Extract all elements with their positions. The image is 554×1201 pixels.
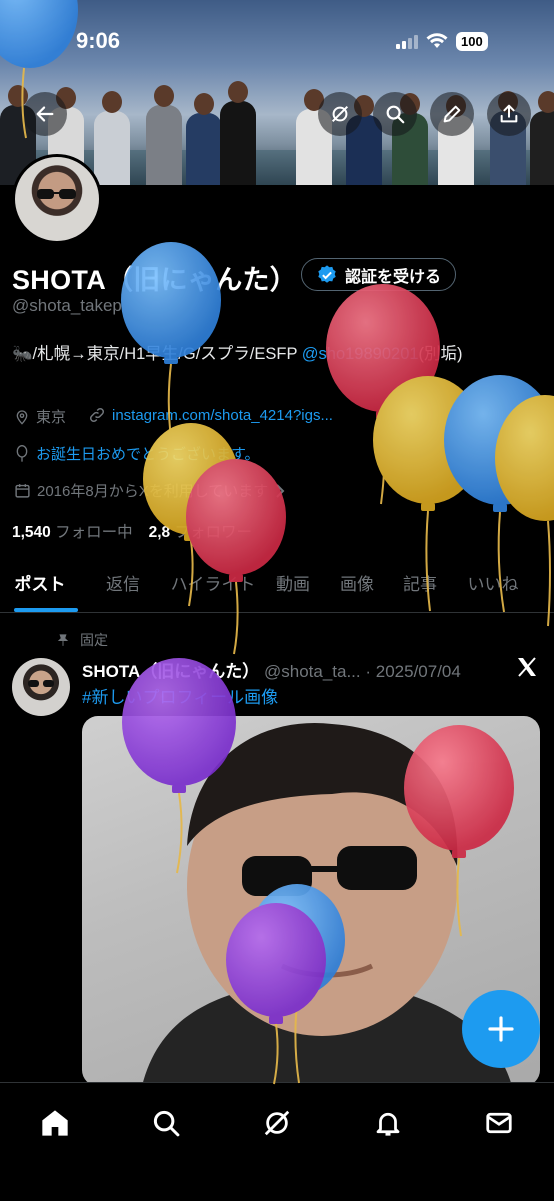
get-verified-label: 認証を受ける — [345, 268, 442, 286]
nav-messages[interactable] — [479, 1103, 519, 1143]
profile-birthday: お誕生日おめでとうございます。 — [36, 446, 260, 463]
tab-posts[interactable]: ポスト — [0, 560, 80, 612]
tab-likes-label: いいね — [467, 575, 519, 594]
nav-home[interactable] — [35, 1103, 75, 1143]
profile-joined: 2016年8月からXを利用しています — [37, 483, 269, 500]
pencil-icon — [443, 105, 461, 123]
verified-badge-icon — [318, 264, 336, 283]
back-arrow-icon — [36, 106, 54, 122]
pinned-indicator: 固定 — [56, 630, 108, 650]
x-logo-icon — [515, 655, 539, 684]
post-date: · 2025/07/04 — [365, 662, 461, 681]
tab-replies[interactable]: 返信 — [80, 560, 166, 612]
bell-icon — [376, 1112, 400, 1136]
tab-posts-label: ポスト — [14, 575, 66, 594]
profile-location: 東京 — [36, 409, 67, 426]
share-button[interactable] — [487, 92, 531, 136]
search-icon — [153, 1110, 180, 1137]
post-avatar-glasses — [28, 680, 54, 687]
profile-avatar[interactable] — [12, 154, 102, 244]
profile-link-row: instagram.com/shota_4214?igs... — [88, 406, 333, 424]
bio-mention-link[interactable]: @sho19890201 — [302, 345, 419, 363]
followers-count: 2,8 — [148, 524, 171, 541]
following-label: フォロー中 — [55, 524, 133, 541]
tab-articles-label: 記事 — [403, 575, 437, 594]
plus-icon — [488, 1016, 514, 1042]
mail-icon — [486, 1112, 512, 1134]
profile-link[interactable]: instagram.com/shota_4214?igs... — [112, 407, 333, 424]
back-button[interactable] — [23, 92, 67, 136]
pin-icon — [57, 634, 69, 646]
status-icons: 100 — [396, 30, 488, 52]
wifi-icon — [426, 33, 448, 48]
post-author-avatar[interactable] — [12, 658, 70, 716]
tab-replies-label: 返信 — [106, 575, 140, 594]
balloon-red-1 — [326, 284, 440, 505]
profile-handle: @shota_takep — [12, 296, 122, 315]
avatar-glasses — [37, 189, 76, 199]
bio-text: 🐜/札幌→東京/H1早生/G/スプラ/ESFP — [12, 345, 302, 363]
followers-link[interactable]: 2,8 フォロワー — [149, 520, 252, 542]
chevron-right-icon — [276, 483, 285, 498]
grok-button[interactable] — [318, 92, 362, 136]
nav-grok[interactable] — [257, 1103, 297, 1143]
profile-birthday-row: お誕生日おめでとうございます。 — [14, 443, 260, 464]
following-link[interactable]: 1,540 フォロー中 — [12, 520, 133, 542]
followers-label: フォロワー — [174, 524, 253, 541]
post-header: SHOTA（旧にゃんた） @shota_ta... · 2025/07/04 — [82, 657, 461, 682]
search-button[interactable] — [373, 92, 417, 136]
tab-highlights-label: ハイライト — [170, 575, 256, 594]
link-icon — [89, 407, 105, 423]
location-pin-icon — [16, 409, 28, 425]
tab-media[interactable]: 画像 — [326, 560, 388, 612]
post-hashtag[interactable]: #新しいプロフィール画像 — [82, 683, 278, 708]
tab-articles[interactable]: 記事 — [388, 560, 452, 612]
status-time: 9:06 — [76, 28, 121, 53]
tab-highlights[interactable]: ハイライト — [166, 560, 260, 612]
battery-indicator: 100 — [456, 31, 488, 51]
compose-post-button[interactable] — [462, 990, 540, 1068]
grok-icon — [264, 1110, 290, 1136]
following-count: 1,540 — [12, 524, 51, 541]
share-icon — [500, 104, 518, 123]
home-icon — [42, 1110, 68, 1136]
profile-tabs: ポスト 返信 ハイライト 動画 画像 記事 いいね — [0, 560, 554, 613]
get-verified-button[interactable]: 認証を受ける — [301, 258, 457, 291]
tab-media-label: 画像 — [340, 575, 374, 594]
follow-stats: 1,540 フォロー中 2,8 フォロワー — [12, 520, 252, 542]
profile-joined-row[interactable]: 2016年8月からXを利用しています — [14, 480, 286, 501]
grok-icon — [331, 105, 349, 123]
post-author-handle[interactable]: @shota_ta... — [264, 662, 361, 681]
profile-location-row: 東京 — [14, 406, 66, 427]
calendar-icon — [15, 484, 30, 498]
post-author-name[interactable]: SHOTA（旧にゃんた） — [82, 662, 259, 681]
nav-notifications[interactable] — [368, 1103, 408, 1143]
tab-videos[interactable]: 動画 — [260, 560, 326, 612]
bio-suffix: (別垢) — [418, 345, 463, 363]
balloon-icon — [16, 444, 28, 462]
bottom-navigation — [0, 1082, 554, 1201]
edit-button[interactable] — [430, 92, 474, 136]
profile-name: SHOTA（旧にゃんた） — [12, 265, 298, 295]
nav-search[interactable] — [146, 1103, 186, 1143]
tab-likes[interactable]: いいね — [452, 560, 534, 612]
cellular-signal-icon — [396, 33, 418, 49]
search-icon — [386, 105, 405, 124]
tab-videos-label: 動画 — [276, 575, 310, 594]
profile-bio: 🐜/札幌→東京/H1早生/G/スプラ/ESFP @sho19890201(別垢) — [12, 341, 542, 368]
pinned-label: 固定 — [80, 632, 108, 648]
